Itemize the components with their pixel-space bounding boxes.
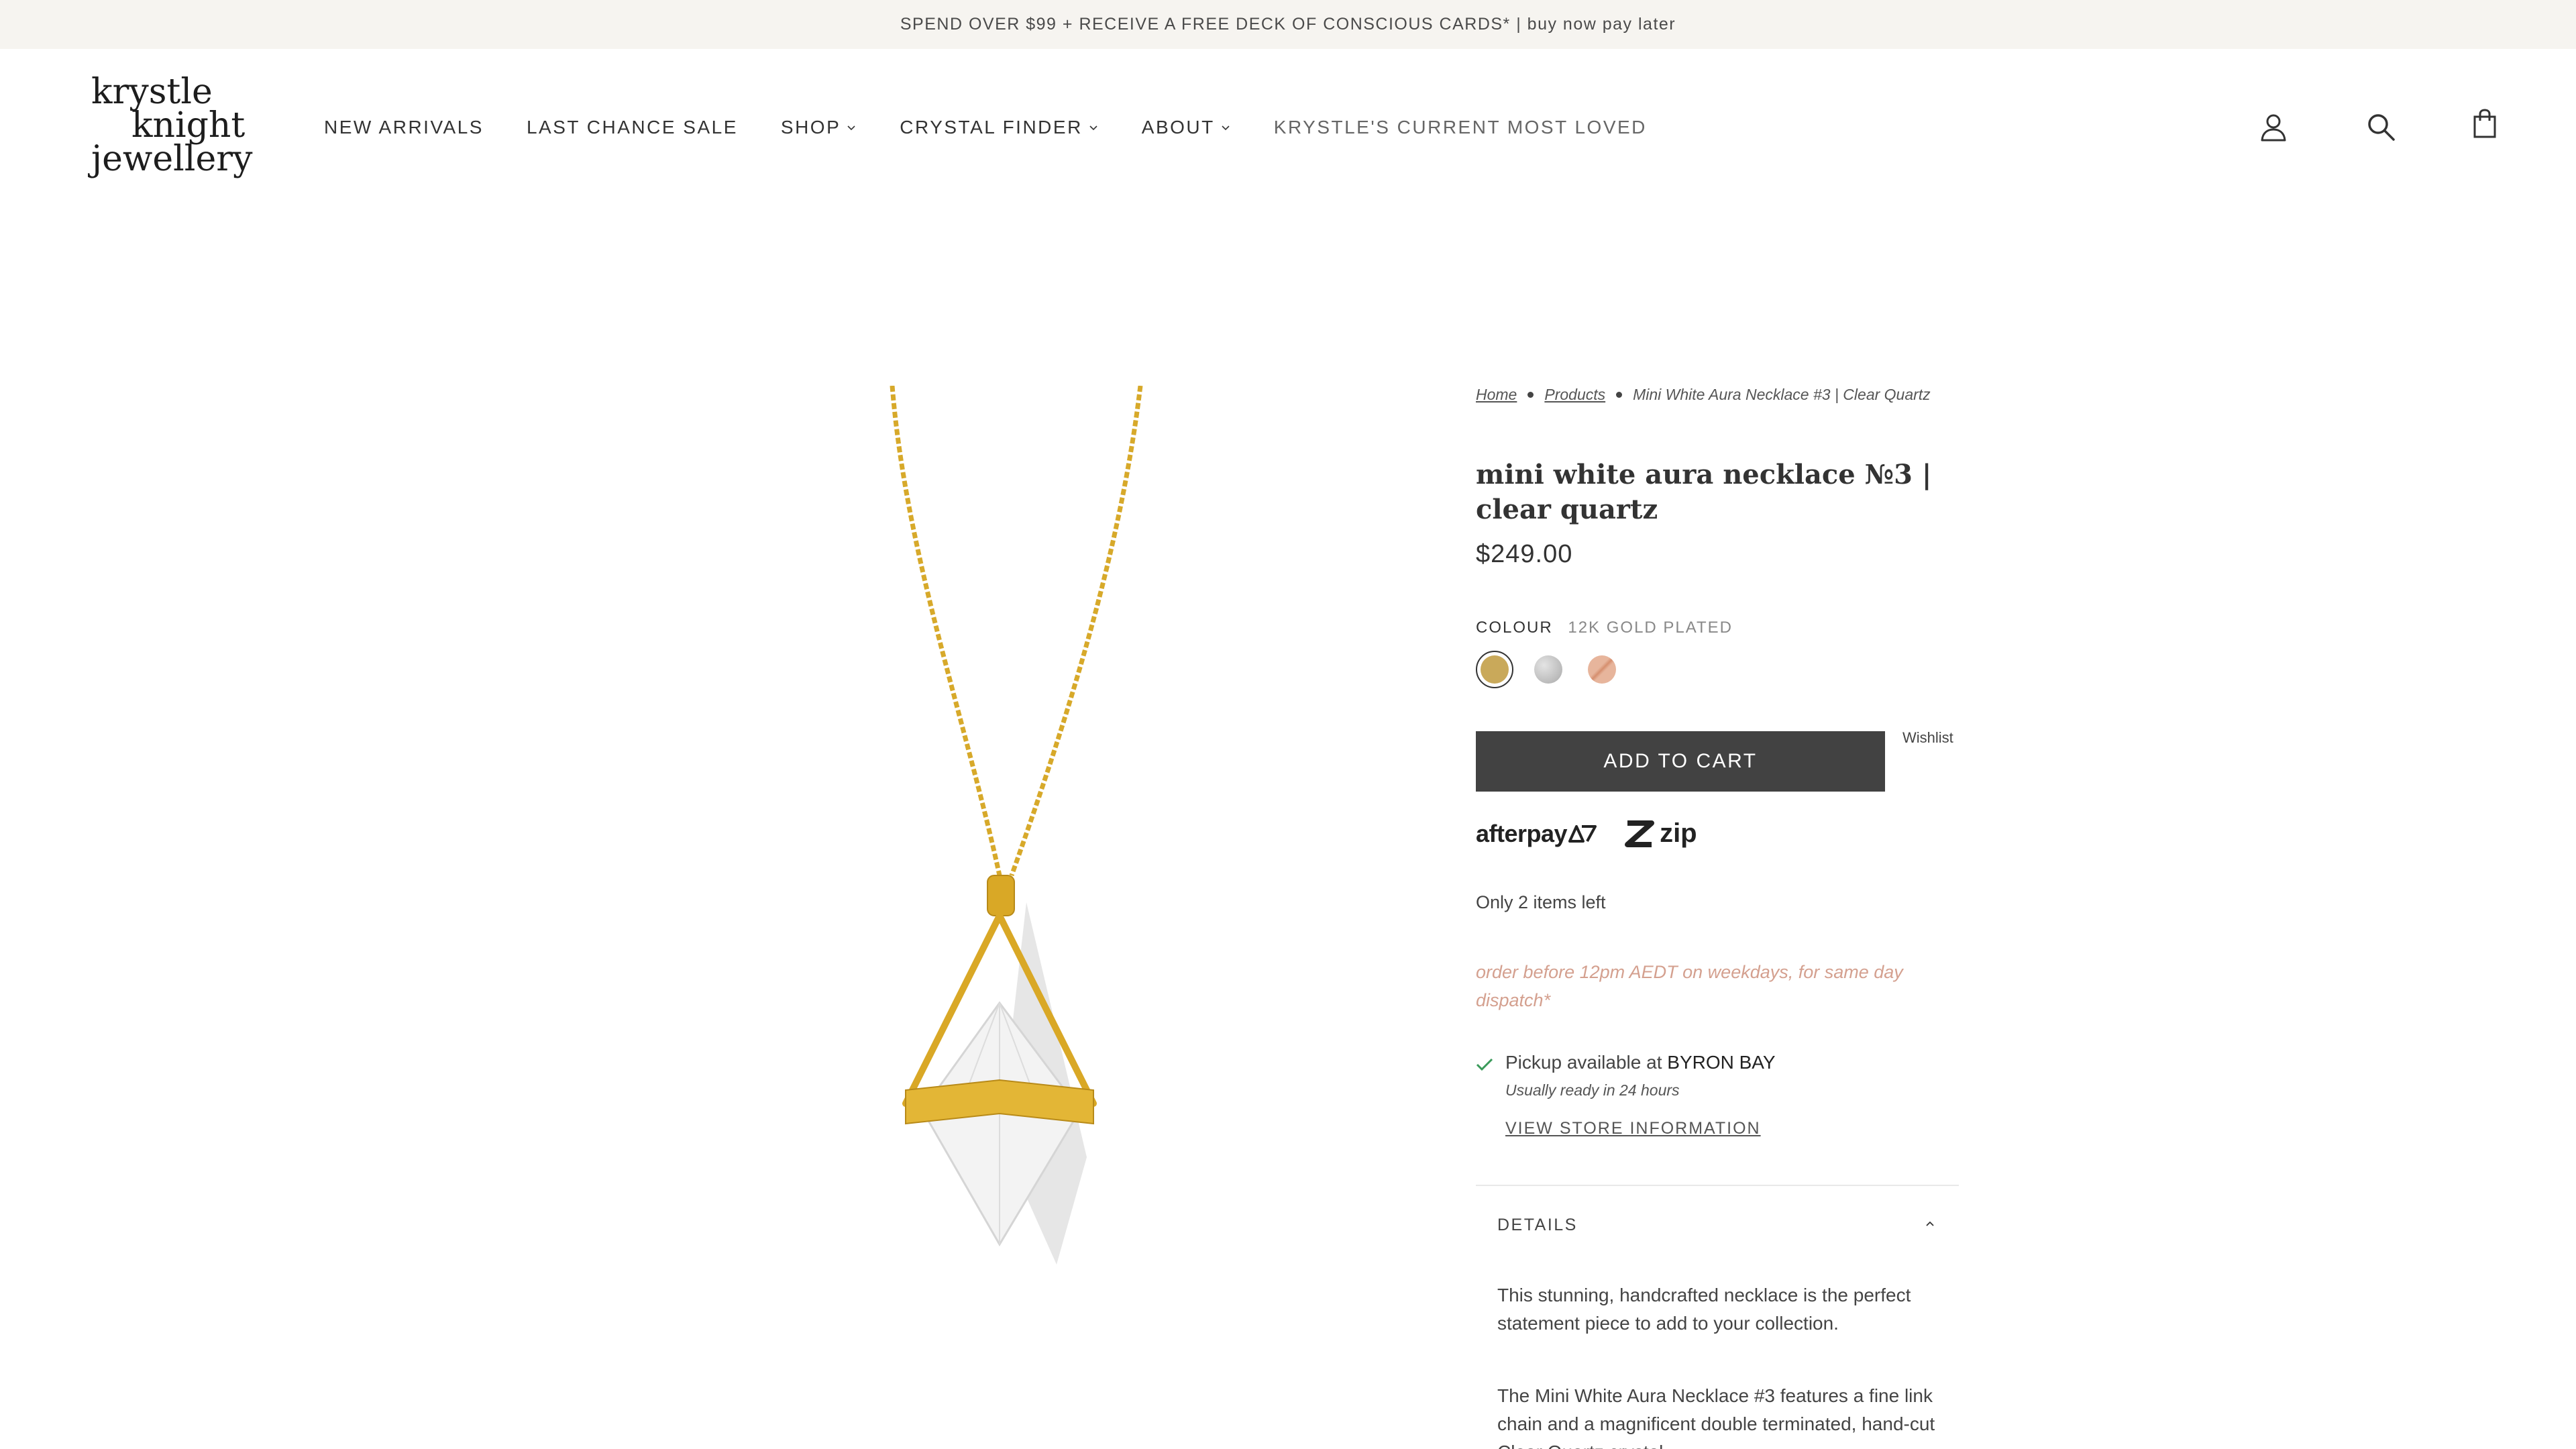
chevron-down-icon (1222, 125, 1230, 131)
view-store-information-link[interactable]: VIEW STORE INFORMATION (1505, 1119, 1761, 1138)
nav-shop-label: SHOP (780, 117, 841, 138)
nav-last-chance-label: LAST CHANCE SALE (526, 117, 738, 138)
pickup-location: BYRON BAY (1667, 1052, 1776, 1073)
nav-shop[interactable]: SHOP (781, 117, 857, 138)
zip-logo[interactable]: zip (1625, 818, 1697, 849)
swatch-rose-gold-fill (1588, 655, 1616, 684)
nav-crystal-finder-label: CRYSTAL FINDER (900, 117, 1083, 138)
payment-options: afterpay zip (1476, 818, 1697, 849)
colour-swatches (1476, 651, 1621, 688)
swatch-gold-fill (1481, 655, 1509, 684)
stock-message: Only 2 items left (1476, 892, 1606, 912)
pickup-prefix: Pickup available at (1505, 1052, 1662, 1073)
dispatch-notice: order before 12pm AEDT on weekdays, for … (1476, 962, 1903, 1010)
colour-label: COLOUR (1476, 619, 1553, 637)
afterpay-arrows-icon (1568, 824, 1597, 843)
bag-icon[interactable] (2469, 107, 2501, 140)
nav-most-loved-label: KRYSTLE'S CURRENT MOST LOVED (1273, 117, 1647, 138)
announcement-bar: SPEND OVER $99 + RECEIVE A FREE DECK OF … (0, 0, 2576, 49)
product-image[interactable] (865, 386, 1187, 1278)
swatch-silver[interactable] (1529, 651, 1567, 688)
details-paragraph-1: This stunning, handcrafted necklace is t… (1497, 1285, 1911, 1334)
details-paragraph-2: The Mini White Aura Necklace #3 features… (1497, 1385, 1935, 1449)
site-logo[interactable]: krystle knight jewellery (91, 72, 253, 182)
breadcrumb: Home Products Mini White Aura Necklace #… (1476, 386, 1931, 404)
breadcrumb-current: Mini White Aura Necklace #3 | Clear Quar… (1633, 386, 1931, 403)
nav-new-arrivals[interactable]: NEW ARRIVALS (324, 117, 484, 138)
breadcrumb-separator (1527, 392, 1534, 398)
logo-line-3: jewellery (91, 139, 253, 179)
product-price: $249.00 (1476, 540, 1573, 568)
nav-about[interactable]: ABOUT (1142, 117, 1231, 138)
details-accordion-header[interactable]: DETAILS (1497, 1216, 1578, 1235)
swatch-rose-gold[interactable] (1583, 651, 1621, 688)
chevron-down-icon (1089, 125, 1097, 131)
breadcrumb-separator (1616, 392, 1623, 398)
check-icon (1476, 1058, 1493, 1071)
wishlist-link[interactable]: Wishlist (1902, 729, 1953, 747)
pickup-ready-time: Usually ready in 24 hours (1505, 1081, 1680, 1099)
product-title: mini white aura necklace №3 | clear quar… (1476, 459, 1932, 525)
colour-selected-value: 12K GOLD PLATED (1568, 619, 1733, 637)
swatch-silver-fill (1534, 655, 1562, 684)
colour-option-label: COLOUR 12K GOLD PLATED (1476, 619, 1733, 637)
search-icon[interactable] (2365, 111, 2397, 143)
necklace-chain-right (1009, 386, 1143, 877)
afterpay-text: afterpay (1476, 819, 1568, 847)
logo-line-1: krystle (91, 72, 213, 112)
necklace-chain-left (890, 386, 1002, 876)
breadcrumb-home[interactable]: Home (1476, 386, 1517, 404)
swatch-gold[interactable] (1476, 651, 1513, 688)
nav-most-loved[interactable]: KRYSTLE'S CURRENT MOST LOVED (1274, 117, 1647, 138)
user-icon[interactable] (2257, 111, 2290, 143)
pickup-text: Pickup available at BYRON BAY (1505, 1052, 1776, 1073)
breadcrumb-products[interactable]: Products (1544, 386, 1605, 404)
nav-about-label: ABOUT (1141, 117, 1215, 138)
logo-line-2: knight (131, 105, 246, 146)
nav-last-chance-sale[interactable]: LAST CHANCE SALE (527, 117, 738, 138)
add-to-cart-button[interactable]: ADD TO CART (1476, 731, 1885, 792)
divider (1476, 1185, 1959, 1186)
nav-crystal-finder[interactable]: CRYSTAL FINDER (900, 117, 1099, 138)
chevron-down-icon (847, 125, 855, 131)
zip-mark-icon (1625, 820, 1655, 847)
nav-new-arrivals-label: NEW ARRIVALS (324, 117, 484, 138)
afterpay-logo[interactable]: afterpay (1476, 820, 1598, 848)
zip-text: zip (1660, 818, 1697, 848)
pendant-bail (987, 875, 1015, 916)
announcement-text: SPEND OVER $99 + RECEIVE A FREE DECK OF … (900, 15, 1676, 34)
chevron-up-icon[interactable] (1923, 1217, 1937, 1230)
main-nav: NEW ARRIVALS LAST CHANCE SALE SHOP CRYST… (324, 113, 1647, 142)
